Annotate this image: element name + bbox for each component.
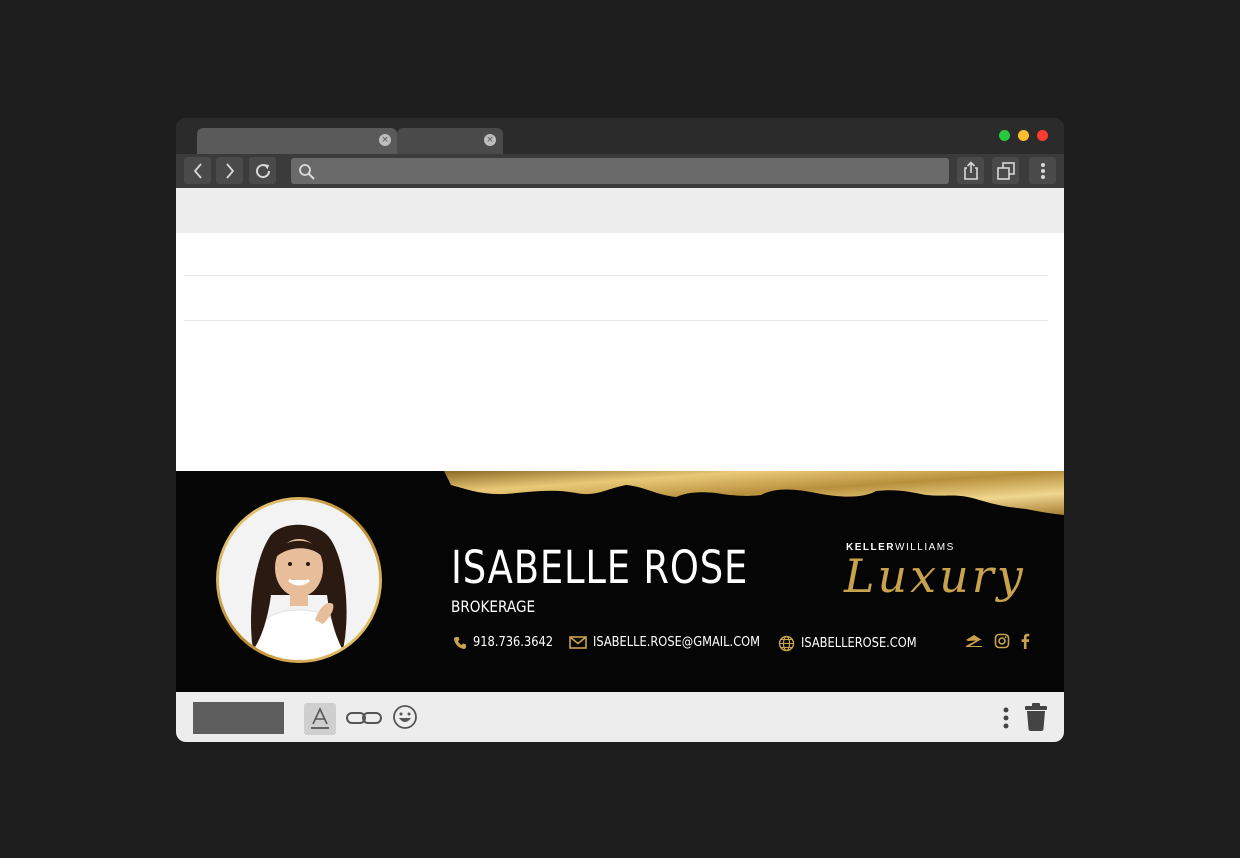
formatting-button[interactable] <box>304 703 336 735</box>
phone-icon <box>454 636 466 649</box>
browser-window: × × ISABELLE ROSE BROKERAGE 918.736.3642… <box>176 118 1064 742</box>
emoji-icon <box>393 705 417 729</box>
signature-name: ISABELLE ROSE <box>451 541 749 594</box>
portrait-image <box>219 500 379 660</box>
discard-button[interactable] <box>1024 703 1048 736</box>
website-contact[interactable]: ISABELLEROSE.COM <box>778 635 932 652</box>
to-field-divider <box>184 275 1048 276</box>
reload-button[interactable] <box>249 157 276 184</box>
tab-strip: × × <box>176 118 1064 154</box>
trash-icon <box>1025 703 1047 731</box>
insert-link-button[interactable] <box>345 706 383 735</box>
window-controls <box>999 130 1048 141</box>
facebook-icon[interactable] <box>1020 633 1030 649</box>
back-button[interactable] <box>184 157 211 184</box>
website-url: ISABELLEROSE.COM <box>801 636 917 651</box>
minimize-button[interactable] <box>1018 130 1029 141</box>
kebab-menu-icon <box>1003 707 1009 729</box>
email-compose-area: ISABELLE ROSE BROKERAGE 918.736.3642 ISA… <box>176 188 1064 692</box>
email-contact[interactable]: ISABELLE.ROSE@GMAIL.COM <box>569 635 783 650</box>
share-icon <box>963 160 978 180</box>
browser-toolbar <box>176 154 1064 188</box>
send-button[interactable] <box>193 702 284 734</box>
reload-icon <box>255 163 270 178</box>
insert-emoji-button[interactable] <box>392 704 418 735</box>
browser-tab-1[interactable]: × <box>197 128 397 154</box>
more-options-button[interactable] <box>1002 705 1010 736</box>
share-button[interactable] <box>957 157 984 184</box>
social-links <box>964 633 1030 649</box>
globe-icon <box>778 635 795 652</box>
subject-field-divider <box>184 320 1048 321</box>
tabs-icon <box>996 161 1015 180</box>
tabs-button[interactable] <box>992 157 1019 184</box>
forward-button[interactable] <box>216 157 243 184</box>
avatar <box>219 500 379 660</box>
link-icon <box>346 712 382 724</box>
kebab-menu-icon <box>1040 162 1045 179</box>
address-bar[interactable] <box>291 158 949 184</box>
text-format-icon <box>311 707 329 729</box>
signature-role: BROKERAGE <box>451 597 536 616</box>
email-signature: ISABELLE ROSE BROKERAGE 918.736.3642 ISA… <box>176 471 1064 692</box>
chevron-right-icon <box>225 162 234 179</box>
tab-close-icon[interactable]: × <box>484 134 496 146</box>
tab-close-icon[interactable]: × <box>379 134 391 146</box>
search-icon <box>299 164 315 180</box>
email-address: ISABELLE.ROSE@GMAIL.COM <box>593 635 761 650</box>
zillow-icon[interactable] <box>964 634 984 648</box>
chevron-left-icon <box>193 162 202 179</box>
profile-photo <box>216 497 382 663</box>
mail-icon <box>569 636 587 649</box>
phone-number: 918.736.3642 <box>473 635 554 650</box>
compose-header <box>176 188 1064 233</box>
browser-tab-2[interactable]: × <box>397 128 503 154</box>
phone-contact[interactable]: 918.736.3642 <box>453 635 564 650</box>
instagram-icon[interactable] <box>994 633 1010 649</box>
compose-toolbar <box>176 692 1064 742</box>
brand-script-logo: Luxury <box>844 549 1026 603</box>
maximize-button[interactable] <box>999 130 1010 141</box>
close-window-button[interactable] <box>1037 130 1048 141</box>
more-menu-button[interactable] <box>1029 157 1056 184</box>
